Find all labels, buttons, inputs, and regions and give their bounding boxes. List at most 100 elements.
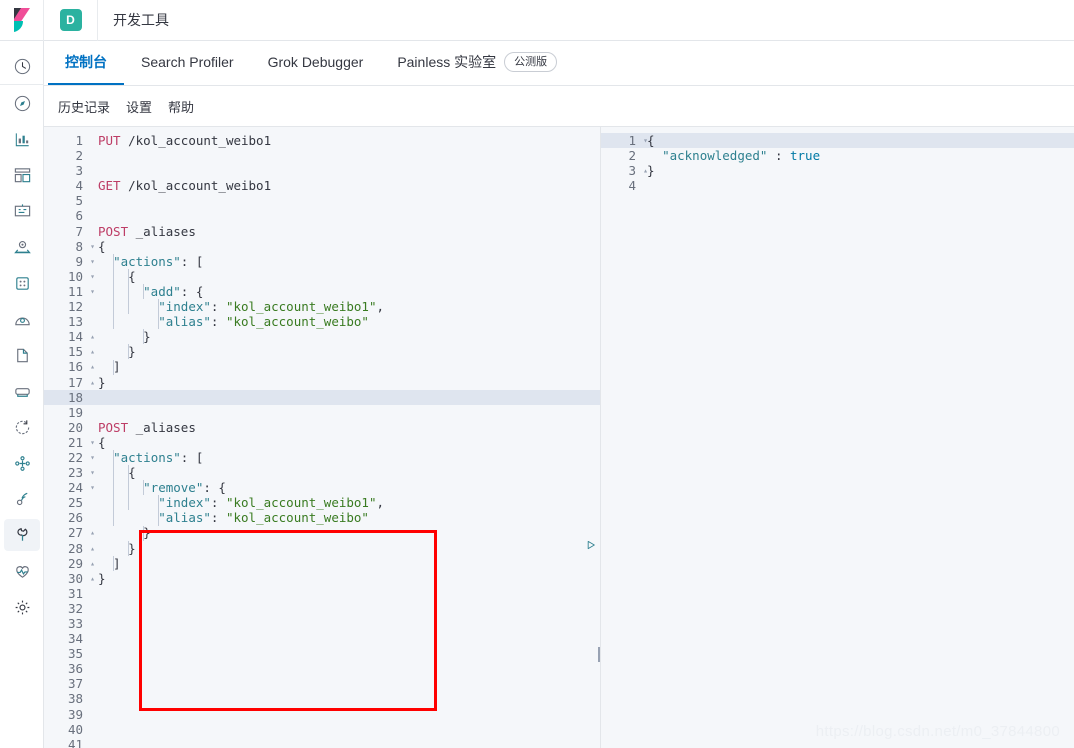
fold-toggle-icon[interactable]: ▴ xyxy=(87,571,95,586)
code-line[interactable]: "alias": "kol_account_weibo" xyxy=(98,510,384,525)
sidebar-item-uptime[interactable] xyxy=(0,409,44,445)
gutter-line[interactable]: 28 ▴ xyxy=(44,541,95,556)
fold-toggle-icon[interactable]: ▾ xyxy=(87,269,95,284)
gutter-line[interactable]: 5 xyxy=(44,193,86,208)
subnav-help[interactable]: 帮助 xyxy=(168,97,194,116)
code-line[interactable]: } xyxy=(98,571,384,586)
fold-toggle-icon[interactable]: ▴ xyxy=(87,375,95,390)
sidebar-item-logs[interactable] xyxy=(0,337,44,373)
fold-toggle-icon[interactable]: ▾ xyxy=(87,435,95,450)
code-line[interactable] xyxy=(98,646,384,661)
gutter-line[interactable]: 18 xyxy=(44,390,86,405)
code-line[interactable] xyxy=(98,390,384,405)
sidebar-item-canvas[interactable] xyxy=(0,193,44,229)
code-line[interactable] xyxy=(98,722,384,737)
gutter-line[interactable]: 39 xyxy=(44,707,86,722)
gutter-line[interactable]: 30 ▴ xyxy=(44,571,95,586)
code-line[interactable]: "actions": [ xyxy=(98,450,384,465)
sidebar-item-dev-tools[interactable] xyxy=(0,517,44,553)
gutter-line[interactable]: 34 xyxy=(44,631,86,646)
code-line[interactable]: } xyxy=(647,163,820,178)
space-selector[interactable]: D xyxy=(44,0,98,41)
gutter-line[interactable]: 3 ▴ xyxy=(601,163,648,178)
code-line[interactable] xyxy=(98,601,384,616)
gutter-line[interactable]: 11 ▾ xyxy=(44,284,95,299)
gutter-line[interactable]: 33 xyxy=(44,616,86,631)
code-line[interactable] xyxy=(98,676,384,691)
code-line[interactable]: { xyxy=(98,435,384,450)
code-line[interactable] xyxy=(98,405,384,420)
code-line[interactable] xyxy=(98,208,384,223)
gutter-line[interactable]: 15 ▴ xyxy=(44,344,95,359)
gutter-line[interactable]: 21 ▾ xyxy=(44,435,95,450)
gutter-line[interactable]: 14 ▴ xyxy=(44,329,95,344)
gutter-line[interactable]: 17 ▴ xyxy=(44,375,95,390)
sidebar-item-monitoring[interactable] xyxy=(0,481,44,517)
gutter-line[interactable]: 38 xyxy=(44,691,86,706)
gutter-line[interactable]: 13 xyxy=(44,314,86,329)
gutter-line[interactable]: 4 xyxy=(44,178,86,193)
gutter-line[interactable]: 16 ▴ xyxy=(44,359,95,374)
code-line[interactable] xyxy=(98,586,384,601)
code-line[interactable]: ] xyxy=(98,556,384,571)
code-line[interactable]: GET /kol_account_weibo1 xyxy=(98,178,384,193)
gutter-line[interactable]: 40 xyxy=(44,722,86,737)
gutter-line[interactable]: 2 xyxy=(601,148,639,163)
code-line[interactable] xyxy=(98,148,384,163)
subnav-history[interactable]: 历史记录 xyxy=(58,97,110,116)
code-line[interactable]: } xyxy=(98,344,384,359)
tab-grok-debugger[interactable]: Grok Debugger xyxy=(251,41,381,85)
fold-toggle-icon[interactable]: ▴ xyxy=(87,541,95,556)
tab-painless-lab[interactable]: Painless 实验室 公测版 xyxy=(380,41,574,85)
gutter-line[interactable]: 26 xyxy=(44,510,86,525)
sidebar-item-stack-monitoring[interactable] xyxy=(0,553,44,589)
gutter-line[interactable]: 4 xyxy=(601,178,639,193)
fold-toggle-icon[interactable]: ▾ xyxy=(87,254,95,269)
code-line[interactable] xyxy=(98,193,384,208)
gutter-line[interactable]: 35 xyxy=(44,646,86,661)
gutter-line[interactable]: 41 xyxy=(44,737,86,748)
code-line[interactable] xyxy=(98,707,384,722)
request-editor[interactable]: 1 2 3 4 5 6 7 8 ▾ 9 ▾ 10 ▾ 11 ▾ 12 13 14 ▴ 15 ▴ 16 ▴ 17 ▴ 18 19 20 2… xyxy=(44,127,601,748)
code-line[interactable]: POST _aliases xyxy=(98,420,384,435)
code-line[interactable]: } xyxy=(98,375,384,390)
kibana-home-link[interactable] xyxy=(0,0,44,41)
gutter-line[interactable]: 23 ▾ xyxy=(44,465,95,480)
code-line[interactable]: "actions": [ xyxy=(98,254,384,269)
gutter-line[interactable]: 22 ▾ xyxy=(44,450,95,465)
code-line[interactable] xyxy=(98,163,384,178)
editor-text[interactable]: PUT /kol_account_weibo1 GET /kol_account… xyxy=(98,133,384,748)
play-request-icon[interactable] xyxy=(586,538,596,552)
gutter-line[interactable]: 29 ▴ xyxy=(44,556,95,571)
gutter-line[interactable]: 7 xyxy=(44,224,86,239)
gutter-line[interactable]: 12 xyxy=(44,299,86,314)
gutter-line[interactable]: 37 xyxy=(44,676,86,691)
sidebar-item-recent[interactable] xyxy=(0,49,44,85)
gutter-line[interactable]: 9 ▾ xyxy=(44,254,95,269)
code-line[interactable] xyxy=(98,661,384,676)
fold-toggle-icon[interactable]: ▾ xyxy=(87,284,95,299)
fold-toggle-icon[interactable]: ▾ xyxy=(87,480,95,495)
tab-console[interactable]: 控制台 xyxy=(48,41,124,85)
gutter-line[interactable]: 31 xyxy=(44,586,86,601)
code-line[interactable]: { xyxy=(98,269,384,284)
fold-toggle-icon[interactable]: ▾ xyxy=(87,465,95,480)
sidebar-item-siem[interactable] xyxy=(0,445,44,481)
gutter-line[interactable]: 20 xyxy=(44,420,86,435)
gutter-line[interactable]: 36 xyxy=(44,661,86,676)
code-line[interactable]: "add": { xyxy=(98,284,384,299)
gutter-line[interactable]: 3 xyxy=(44,163,86,178)
code-line[interactable]: } xyxy=(98,541,384,556)
code-line[interactable]: "remove": { xyxy=(98,480,384,495)
subnav-settings[interactable]: 设置 xyxy=(126,97,152,116)
gutter-line[interactable]: 27 ▴ xyxy=(44,525,95,540)
gutter-line[interactable]: 24 ▾ xyxy=(44,480,95,495)
code-line[interactable]: { xyxy=(98,465,384,480)
fold-toggle-icon[interactable]: ▴ xyxy=(87,329,95,344)
code-line[interactable]: ] xyxy=(98,359,384,374)
code-line[interactable]: POST _aliases xyxy=(98,224,384,239)
code-line[interactable] xyxy=(98,616,384,631)
code-line[interactable]: "alias": "kol_account_weibo" xyxy=(98,314,384,329)
fold-toggle-icon[interactable]: ▴ xyxy=(87,359,95,374)
sidebar-item-machine-learning[interactable] xyxy=(0,265,44,301)
